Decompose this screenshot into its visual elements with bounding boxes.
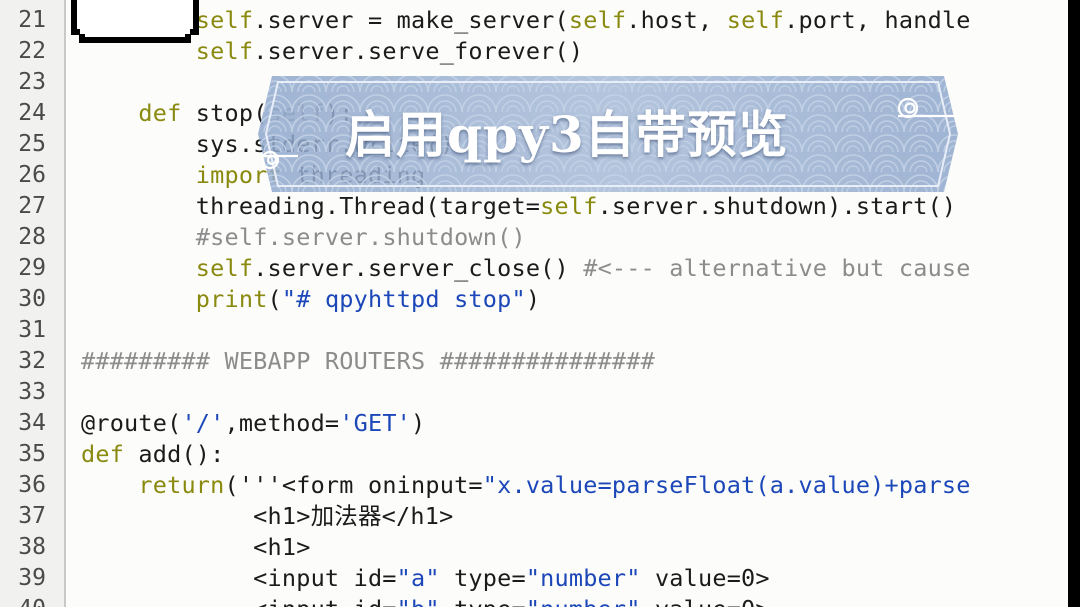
code-token: <input id= <box>81 564 397 592</box>
line-number: 38 <box>18 534 46 560</box>
code-token: self <box>195 254 254 282</box>
code-token: "a" <box>396 564 440 592</box>
line-number: 23 <box>18 69 46 95</box>
code-token: .server.server_close() <box>253 254 584 282</box>
banner-title: 启用qpy3自带预览 <box>345 105 789 164</box>
line-number: 29 <box>18 255 46 281</box>
line-number: 39 <box>18 565 46 591</box>
code-token: def <box>81 440 125 468</box>
code-token: <input id= <box>81 595 397 607</box>
code-line[interactable]: def add(): <box>81 439 224 470</box>
right-edge-bar <box>1068 0 1080 607</box>
code-line[interactable]: <input id="a" type="number" value=0> <box>81 563 770 594</box>
line-number: 35 <box>18 441 46 467</box>
code-line[interactable]: self.server = make_server(self.host, sel… <box>81 5 971 36</box>
code-token: self <box>540 192 598 220</box>
code-token: @route( <box>81 409 182 437</box>
line-number: 28 <box>18 224 46 250</box>
code-line[interactable]: print("# qpyhttpd stop") <box>81 284 540 315</box>
code-line[interactable]: self.server.server_close() #<--- alterna… <box>81 253 971 284</box>
line-number: 24 <box>18 100 46 126</box>
code-token: return <box>138 471 225 499</box>
line-number: 21 <box>18 7 46 33</box>
code-token: add(): <box>124 440 225 468</box>
code-token: ('''<form oninput= <box>224 471 483 499</box>
code-token: type= <box>440 595 526 607</box>
code-line[interactable]: <input id="b" type="number" value=0> <box>81 594 770 607</box>
code-line[interactable]: #self.server.shutdown() <box>81 222 526 253</box>
code-token: <h1>加法器</h1> <box>81 502 454 530</box>
code-line[interactable]: <h1>加法器</h1> <box>81 501 453 532</box>
code-token: 'GET' <box>339 409 412 437</box>
code-token: self <box>568 6 627 34</box>
pixel-sticker-icon <box>71 0 199 43</box>
code-token: "number" <box>525 564 641 592</box>
line-number: 26 <box>18 162 46 188</box>
line-number: 31 <box>18 317 46 343</box>
code-token: print <box>195 285 268 313</box>
line-number: 30 <box>18 286 46 312</box>
code-line[interactable]: <h1> <box>81 532 311 563</box>
code-line[interactable]: return('''<form oninput="x.value=parseFl… <box>81 470 971 501</box>
line-number: 40 <box>18 594 46 607</box>
code-token: ######### WEBAPP ROUTERS ############### <box>81 347 655 375</box>
code-token: ,method= <box>224 409 340 437</box>
code-token: "x.value=parseFloat(a.value)+parse <box>482 471 971 499</box>
code-token: ( <box>267 285 282 313</box>
code-token: .host, <box>626 6 727 34</box>
line-number: 22 <box>18 38 46 64</box>
code-token: .server.serve_forever() <box>253 37 584 65</box>
code-token: .server = make_server( <box>253 6 569 34</box>
code-token: value=0> <box>641 595 770 607</box>
code-token: stop( <box>181 99 268 127</box>
line-number: 34 <box>18 410 46 436</box>
code-token: def <box>138 99 182 127</box>
line-number: 32 <box>18 348 46 374</box>
code-token: "number" <box>526 595 641 607</box>
code-token: #self.server.shutdown() <box>195 223 526 251</box>
code-token: .port, handle <box>784 6 971 34</box>
code-token: '/' <box>181 409 225 437</box>
line-number: 25 <box>18 131 46 157</box>
code-token: <h1> <box>81 533 311 561</box>
code-token: self <box>726 6 785 34</box>
line-number: 33 <box>18 379 46 405</box>
code-token: ) <box>525 285 541 313</box>
code-line[interactable]: ######### WEBAPP ROUTERS ############### <box>81 346 655 377</box>
code-token: threading.Thread(target= <box>81 192 541 220</box>
line-number: 37 <box>18 503 46 529</box>
line-number: 36 <box>18 472 46 498</box>
code-token: type= <box>439 564 526 592</box>
code-token: value=0> <box>640 564 770 592</box>
code-token: .server.shutdown).start() <box>597 192 957 220</box>
code-line[interactable]: @route('/',method='GET') <box>81 408 425 439</box>
line-number: 27 <box>18 193 46 219</box>
code-token: "b" <box>397 595 440 607</box>
code-token: #<--- alternative but cause <box>583 254 971 282</box>
code-token: ) <box>411 409 426 437</box>
line-number-gutter: 21 22 23 24 25 26 27 28 29 30 31 32 33 34 35 36 37 38 39 40 <box>0 0 66 607</box>
code-token: "# qpyhttpd stop" <box>281 285 526 313</box>
